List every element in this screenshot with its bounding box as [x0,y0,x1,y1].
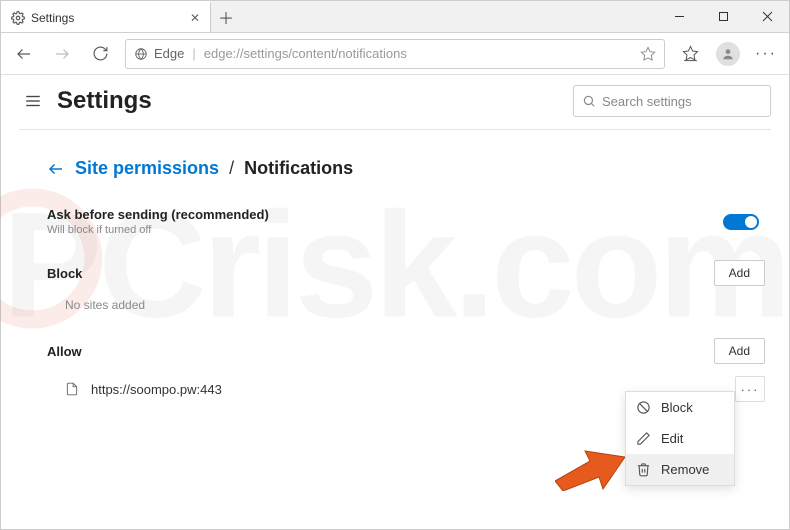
window-minimize-button[interactable] [657,1,701,32]
breadcrumb-slash: / [229,158,234,179]
menu-icon[interactable] [19,87,47,115]
breadcrumb-current: Notifications [244,158,353,179]
breadcrumb: Site permissions / Notifications [47,158,765,179]
block-section: Block Add No sites added [47,256,765,318]
allow-site-url: https://soompo.pw:443 [91,382,222,397]
block-title: Block [47,266,82,281]
allow-add-button[interactable]: Add [714,338,765,364]
ask-section: Ask before sending (recommended) Will bl… [47,203,765,240]
context-block-label: Block [661,400,693,415]
search-icon [582,94,596,108]
close-tab-icon[interactable]: ✕ [188,11,202,25]
context-remove-label: Remove [661,462,709,477]
block-add-button[interactable]: Add [714,260,765,286]
forward-button[interactable] [45,37,79,71]
profile-button[interactable] [711,37,745,71]
breadcrumb-back-icon[interactable] [47,160,65,178]
breadcrumb-parent[interactable]: Site permissions [75,158,219,179]
page-title: Settings [57,87,152,115]
context-block[interactable]: Block [626,392,734,423]
window-maximize-button[interactable] [701,1,745,32]
page-icon [65,381,79,397]
allow-title: Allow [47,344,82,359]
ask-toggle[interactable] [723,214,759,230]
address-label: Edge [154,46,184,61]
settings-header: Settings Search settings [1,75,789,129]
window-close-button[interactable] [745,1,789,32]
block-empty-text: No sites added [47,290,765,318]
avatar-icon [716,42,740,66]
site-more-button[interactable]: ··· [735,376,765,402]
search-placeholder: Search settings [602,94,692,109]
refresh-button[interactable] [83,37,117,71]
browser-tab[interactable]: Settings ✕ [1,1,211,32]
favorite-icon[interactable] [640,46,656,62]
edge-icon [134,47,148,61]
pencil-icon [636,431,651,446]
address-separator: | [192,46,195,61]
tab-title: Settings [31,11,74,25]
site-context-menu: Block Edit Remove [625,391,735,486]
gear-icon [11,11,25,25]
browser-toolbar: Edge | edge://settings/content/notificat… [1,33,789,75]
new-tab-button[interactable]: ＋ [211,1,241,32]
more-menu-button[interactable]: ··· [749,37,783,71]
address-url: edge://settings/content/notifications [204,46,407,61]
context-remove[interactable]: Remove [626,454,734,485]
trash-icon [636,462,651,477]
context-edit[interactable]: Edit [626,423,734,454]
content-area: Site permissions / Notifications Ask bef… [1,130,789,432]
context-edit-label: Edit [661,431,683,446]
annotation-arrow-icon [555,441,625,491]
window-titlebar: Settings ✕ ＋ [1,1,789,33]
favorites-button[interactable] [673,37,707,71]
address-bar[interactable]: Edge | edge://settings/content/notificat… [125,39,665,69]
ask-title: Ask before sending (recommended) [47,207,269,222]
search-input[interactable]: Search settings [573,85,771,117]
block-icon [636,400,651,415]
back-button[interactable] [7,37,41,71]
ask-subtitle: Will block if turned off [47,224,269,236]
